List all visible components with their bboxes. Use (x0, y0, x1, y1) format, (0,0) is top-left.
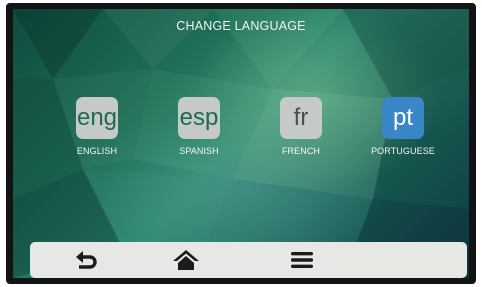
home-button[interactable] (158, 242, 214, 278)
language-tile-eng[interactable]: eng (76, 97, 118, 139)
language-label-spanish: SPANISH (179, 146, 219, 156)
language-tile-fr[interactable]: fr (280, 97, 322, 139)
language-label-french: FRENCH (281, 146, 321, 156)
language-label-english: ENGLISH (76, 146, 118, 156)
menu-button[interactable] (274, 242, 330, 278)
page-title: CHANGE LANGUAGE (176, 19, 306, 33)
language-tile-pt[interactable]: pt (382, 97, 424, 139)
language-tile-esp[interactable]: esp (178, 97, 220, 139)
language-screen: CHANGE LANGUAGE eng ENGLISH esp SPANISH … (13, 9, 469, 278)
language-option-portuguese[interactable]: pt PORTUGUESE (358, 97, 448, 177)
home-icon (173, 250, 199, 270)
bottom-nav-bar (30, 242, 467, 278)
language-option-french[interactable]: fr FRENCH (256, 97, 346, 177)
language-label-portuguese: PORTUGUESE (371, 146, 435, 156)
device-frame: CHANGE LANGUAGE eng ENGLISH esp SPANISH … (6, 3, 476, 284)
hamburger-menu-icon (291, 252, 313, 268)
back-button[interactable] (58, 242, 114, 278)
language-option-spanish[interactable]: esp SPANISH (154, 97, 244, 177)
back-arrow-icon (76, 251, 97, 269)
language-option-english[interactable]: eng ENGLISH (52, 97, 142, 177)
